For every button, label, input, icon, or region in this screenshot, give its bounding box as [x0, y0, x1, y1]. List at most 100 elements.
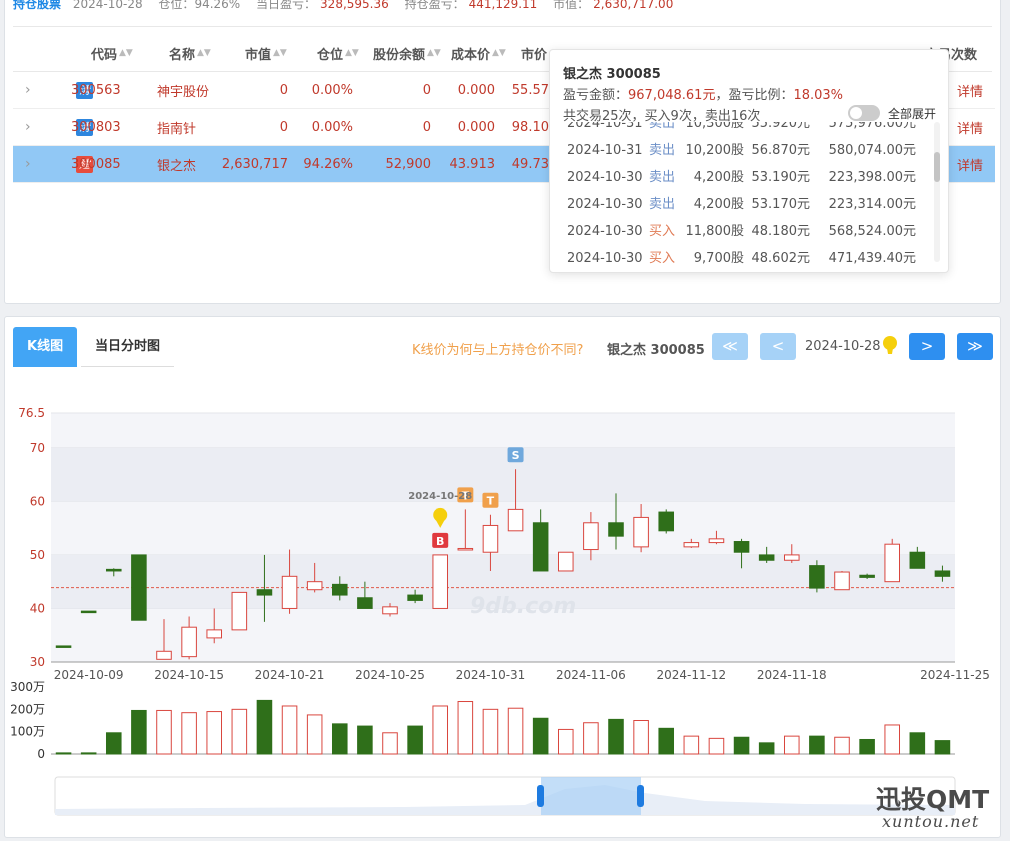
sort-icon[interactable]: ▲▼	[345, 48, 359, 58]
trade-side: 买入	[649, 224, 676, 239]
expand-icon[interactable]: ›	[25, 72, 31, 108]
candle-body	[80, 610, 97, 614]
trade-side: 卖出	[649, 197, 676, 212]
volume-bar	[482, 708, 499, 755]
cell-price: 98.10	[511, 119, 549, 135]
header-code[interactable]: 代码 ▲▼	[91, 37, 133, 69]
popup-ratio-value: 18.03%	[793, 88, 844, 103]
x-tick-label: 2024-11-18	[757, 668, 827, 682]
tab-intraday[interactable]: 当日分时图	[81, 327, 175, 367]
holdings-label[interactable]: 持仓股票	[13, 0, 61, 11]
popup-scrollbar[interactable]	[934, 122, 940, 262]
x-tick-label: 2024-11-12	[656, 668, 726, 682]
candle-body	[382, 606, 398, 615]
trade-marker-label: S	[512, 449, 520, 462]
sort-icon[interactable]: ▲▼	[273, 48, 287, 58]
volume-bar	[281, 705, 298, 755]
trade-detail-popup: 银之杰 300085 盈亏金额：967,048.61元，盈亏比例：18.03% …	[549, 49, 949, 273]
candle-body	[281, 575, 298, 609]
candle-body	[131, 554, 147, 621]
y-tick-label: 40	[30, 601, 45, 615]
divider	[13, 26, 992, 27]
y-tick-label: 50	[30, 548, 45, 562]
sort-icon[interactable]: ▲▼	[197, 48, 211, 58]
current-date: 2024-10-28	[805, 339, 881, 354]
volume-bar	[683, 735, 700, 755]
stock-name[interactable]: 神宇股份	[157, 72, 209, 108]
lightbulb-icon[interactable]	[882, 335, 898, 357]
trade-side: 卖出	[649, 170, 676, 185]
first-day-button[interactable]: ≪	[712, 333, 748, 360]
header-cost[interactable]: 成本价 ▲▼	[451, 37, 506, 69]
candle-body	[181, 626, 197, 658]
header-position[interactable]: 仓位 ▲▼	[317, 37, 359, 69]
expand-all-toggle[interactable]	[848, 105, 880, 121]
cell-cost: 43.913	[449, 156, 496, 172]
detail-link[interactable]: 详情	[957, 146, 983, 182]
current-date-label: 2024-10-28	[408, 491, 472, 502]
candle-body	[357, 597, 373, 609]
header-name[interactable]: 名称 ▲▼	[169, 37, 211, 69]
volume-bar	[834, 736, 850, 755]
volume-bar	[55, 752, 72, 755]
why-price-differs-link[interactable]: K线价为何与上方持仓价不同?	[412, 339, 583, 358]
volume-bar	[633, 720, 649, 755]
x-tick-label: 2024-11-06	[556, 668, 626, 682]
volume-bar	[708, 737, 725, 755]
sort-icon[interactable]: ▲▼	[119, 48, 133, 58]
volume-tick-label: 100万	[10, 725, 45, 739]
market-value-value: 2,630,717.00	[593, 0, 674, 11]
volume-bar	[181, 712, 197, 755]
stock-name[interactable]: 银之杰	[157, 146, 196, 182]
cell-shares: 0	[422, 82, 431, 98]
candle-body	[55, 645, 72, 648]
expand-icon[interactable]: ›	[25, 146, 31, 182]
expand-all-label: 全部展开	[888, 107, 937, 121]
candle-body	[432, 554, 449, 609]
cell-shares: 0	[422, 119, 431, 135]
kline-chart[interactable]: 76.5 70 60 50 40 30 9db.com 2024-10-09 2024-10-1…	[5, 387, 1000, 837]
volume-tick-label: 300万	[10, 680, 45, 694]
volume-tick-label: 0	[37, 747, 45, 761]
candle-body	[583, 522, 599, 551]
cell-mv: 0	[279, 119, 288, 135]
y-tick-label: 30	[30, 655, 45, 669]
qmt-logo: 迅投QMT	[876, 785, 990, 814]
detail-link[interactable]: 详情	[957, 72, 983, 108]
holdings-summary: 持仓股票 2024-10-28 仓位：94.26% 当日盈亏： 328,595.3…	[13, 0, 673, 11]
header-market-value[interactable]: 市值 ▲▼	[245, 37, 287, 69]
position-label: 仓位：	[158, 0, 195, 11]
trade-row: 2024-10-30 买入 11,800股 48.180元 568,524.00元	[550, 218, 930, 245]
candle-body	[407, 594, 423, 601]
expand-icon[interactable]: ›	[25, 109, 31, 145]
trade-list[interactable]: 2024-10-31 卖出 10,300股 55.920元 575,976.00元 202…	[550, 122, 930, 272]
trade-side: 卖出	[649, 143, 676, 158]
x-tick-label: 2024-10-21	[255, 668, 325, 682]
trade-qty: 4,200股	[693, 170, 744, 185]
x-tick-label: 2024-10-31	[456, 668, 526, 682]
trade-qty: 11,800股	[685, 224, 745, 239]
sort-icon[interactable]: ▲▼	[427, 48, 441, 58]
scrollbar-thumb[interactable]	[934, 152, 940, 182]
candle-body	[633, 516, 649, 548]
hold-pl-label: 持仓盈亏：	[404, 0, 465, 11]
candle-body	[256, 589, 273, 596]
prev-day-button[interactable]: <	[760, 333, 796, 360]
stock-name[interactable]: 指南针	[157, 109, 196, 145]
next-day-button[interactable]: >	[909, 333, 945, 360]
cell-mv: 2,630,717	[221, 156, 288, 172]
trade-price: 48.602元	[751, 251, 811, 266]
volume-bar	[206, 711, 223, 755]
volume-bar	[80, 752, 97, 755]
candle-body	[708, 538, 725, 544]
volume-bar	[256, 699, 273, 755]
y-tick-label: 70	[30, 441, 45, 455]
candle-body	[658, 511, 675, 532]
last-day-button[interactable]: ≫	[957, 333, 993, 360]
trade-date: 2024-10-30	[567, 251, 643, 266]
volume-bar	[809, 735, 825, 755]
tab-kline[interactable]: K线图	[13, 327, 78, 367]
sort-icon[interactable]: ▲▼	[492, 48, 506, 58]
header-shares[interactable]: 股份余额 ▲▼	[373, 37, 441, 69]
detail-link[interactable]: 详情	[957, 109, 983, 145]
